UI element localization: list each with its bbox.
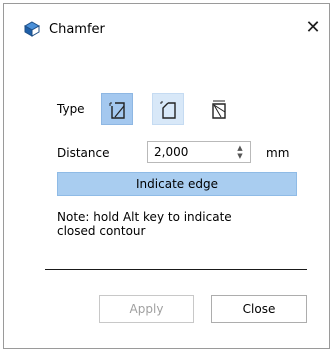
spin-up-icon[interactable]: ▲ (235, 144, 245, 152)
distance-label: Distance (57, 146, 110, 160)
divider (45, 269, 307, 270)
chamfer-type-3-button[interactable] (202, 93, 234, 125)
close-button[interactable]: Close (211, 295, 307, 323)
title-bar: Chamfer ✕ (4, 4, 329, 44)
chamfer-dialog: Chamfer ✕ Type Distance 2,000 ▲ ▼ mm Ind… (3, 3, 330, 349)
note-text: Note: hold Alt key to indicate closed co… (57, 210, 232, 238)
chamfer-type-2-button[interactable] (152, 93, 184, 125)
chamfer-type-3-icon (212, 100, 226, 119)
dialog-title: Chamfer (49, 22, 105, 37)
spin-down-icon[interactable]: ▼ (235, 152, 245, 160)
chamfer-type-1-button[interactable] (101, 93, 133, 125)
chamfer-type-1-icon (109, 102, 125, 119)
distance-spinbox[interactable]: 2,000 ▲ ▼ (147, 141, 251, 163)
distance-input[interactable]: 2,000 (154, 145, 188, 159)
chamfer-cube-icon (23, 21, 41, 37)
chamfer-type-2-icon (160, 101, 176, 119)
apply-button[interactable]: Apply (99, 295, 194, 323)
indicate-edge-button[interactable]: Indicate edge (57, 172, 297, 196)
type-label: Type (57, 102, 85, 116)
close-icon[interactable]: ✕ (304, 19, 322, 37)
distance-unit: mm (266, 146, 290, 160)
